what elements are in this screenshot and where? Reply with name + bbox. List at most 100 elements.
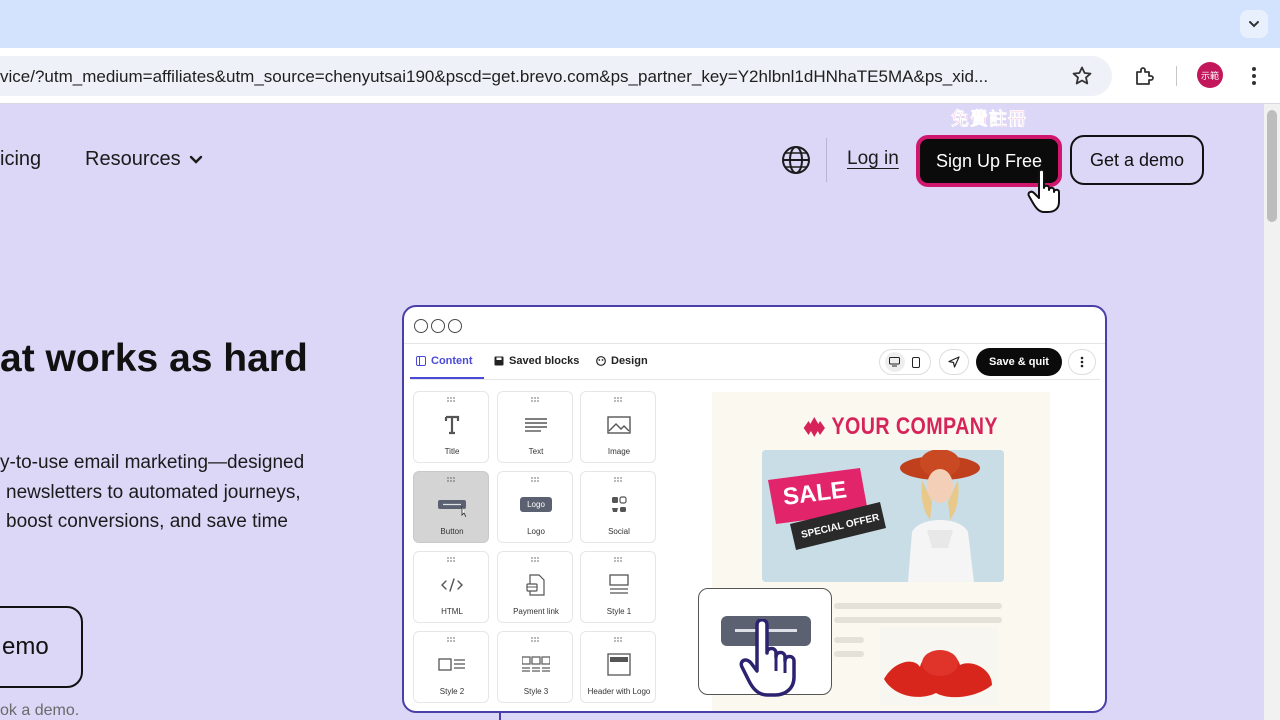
hero-description-line: y-to-use email marketing—designed [0,452,305,473]
hat-image [880,627,998,705]
hand-cursor-icon [1027,168,1060,213]
text-placeholder [834,651,864,657]
window-dot [431,319,445,333]
block-label: Logo [527,527,545,536]
tab-content[interactable]: Content [416,355,473,367]
block-style-3[interactable]: Style 3 [497,631,573,703]
get-a-demo-button[interactable]: Get a demo [1070,135,1204,185]
block-html[interactable]: HTML [413,551,489,623]
tab-strip [0,0,1280,48]
kebab-menu-icon [1080,356,1084,368]
block-label: Style 3 [523,687,549,696]
login-link[interactable]: Log in [847,148,899,170]
code-icon [441,578,463,592]
tab-label: Saved blocks [509,355,580,367]
tab-label: Design [611,355,648,367]
company-name: YOUR COMPANY [831,413,998,440]
star-icon[interactable] [1070,64,1094,88]
text-placeholder [834,637,864,643]
block-label: Button [440,527,464,536]
desktop-view-button[interactable] [884,352,905,372]
social-icon [612,496,627,512]
block-button[interactable]: Button [413,471,489,543]
hero-description-line: boost conversions, and save time [6,511,288,532]
save-and-quit-button[interactable]: Save & quit [976,348,1062,376]
tab-design[interactable]: Design [596,355,648,367]
browser-toolbar: vice/?utm_medium=affiliates&utm_source=c… [0,48,1280,104]
save-icon [494,356,504,366]
drag-grip-icon [447,397,455,402]
email-editor-mockup: Content Saved blocks Design Save & quit … [402,305,1107,713]
window-controls [414,319,462,333]
block-payment-link[interactable]: Payment link [497,551,573,623]
hero-note: ok a demo. [0,702,80,719]
mobile-view-button[interactable] [906,352,926,372]
send-icon [948,356,960,368]
drag-grip-icon [531,637,539,642]
block-social[interactable]: Social [580,471,656,543]
layout-style-1-icon [609,574,629,594]
block-header-with-logo[interactable]: Header with Logo [580,631,656,703]
palette-icon [596,356,606,366]
profile-avatar[interactable]: 示範 [1197,62,1223,88]
send-test-button[interactable] [939,349,969,375]
hand-pointer-icon [739,619,796,697]
block-title[interactable]: Title [413,391,489,463]
drag-grip-icon [614,397,622,402]
device-toggle[interactable] [879,349,931,375]
desktop-icon [889,357,900,367]
layout-style-3-icon [522,656,550,672]
tab-saved-blocks[interactable]: Saved blocks [494,355,579,367]
drag-grip-icon [447,637,455,642]
layout-style-2-icon [438,658,465,671]
logo-icon: Logo [520,497,552,512]
scrollbar-thumb[interactable] [1267,110,1277,222]
address-bar[interactable]: vice/?utm_medium=affiliates&utm_source=c… [0,56,1112,96]
block-label: Text [528,447,544,456]
chevron-down-icon [189,155,202,164]
drag-grip-icon [447,477,455,482]
sale-banner-image: SALE SPECIAL OFFER [762,450,1004,582]
window-dot [448,319,462,333]
button-icon [438,500,466,518]
drag-grip-icon [614,557,622,562]
divider [410,379,1100,380]
toolbar-divider [1176,66,1177,86]
block-image[interactable]: Image [580,391,656,463]
drag-grip-icon [531,397,539,402]
panel-icon [416,356,426,366]
block-text[interactable]: Text [497,391,573,463]
block-label: Image [607,447,631,456]
image-icon [607,416,631,434]
drag-grip-icon [614,637,622,642]
block-label: Payment link [513,607,559,616]
block-label: Social [608,527,630,536]
block-label: Style 2 [439,687,465,696]
more-options-button[interactable] [1068,349,1096,375]
drag-grip-icon [614,477,622,482]
hero-demo-button[interactable]: emo [0,606,83,688]
signup-annotation: 免費註冊 [951,109,1027,130]
block-style-1[interactable]: Style 1 [580,551,656,623]
header-with-logo-icon [607,653,631,676]
title-icon [444,415,460,435]
nav-resources[interactable]: Resources [85,148,203,171]
kebab-menu-icon[interactable] [1244,64,1264,88]
block-style-2[interactable]: Style 2 [413,631,489,703]
block-label: Header with Logo [587,687,651,696]
block-logo[interactable]: Logo Logo [497,471,573,543]
chevron-down-icon [1249,21,1259,28]
block-label: Title [444,447,460,456]
globe-icon[interactable] [780,144,812,176]
block-label: Style 1 [606,607,632,616]
drag-grip-icon [531,557,539,562]
nav-pricing[interactable]: icing [0,148,41,171]
drag-button-card [698,588,832,697]
extensions-icon[interactable] [1132,64,1156,88]
hero-title: at works as hard [0,337,308,380]
nav-resources-label: Resources [85,148,181,170]
nav-divider [826,138,827,182]
url-text[interactable]: vice/?utm_medium=affiliates&utm_source=c… [0,67,1056,87]
window-dot [414,319,428,333]
tab-search-button[interactable] [1240,10,1268,38]
